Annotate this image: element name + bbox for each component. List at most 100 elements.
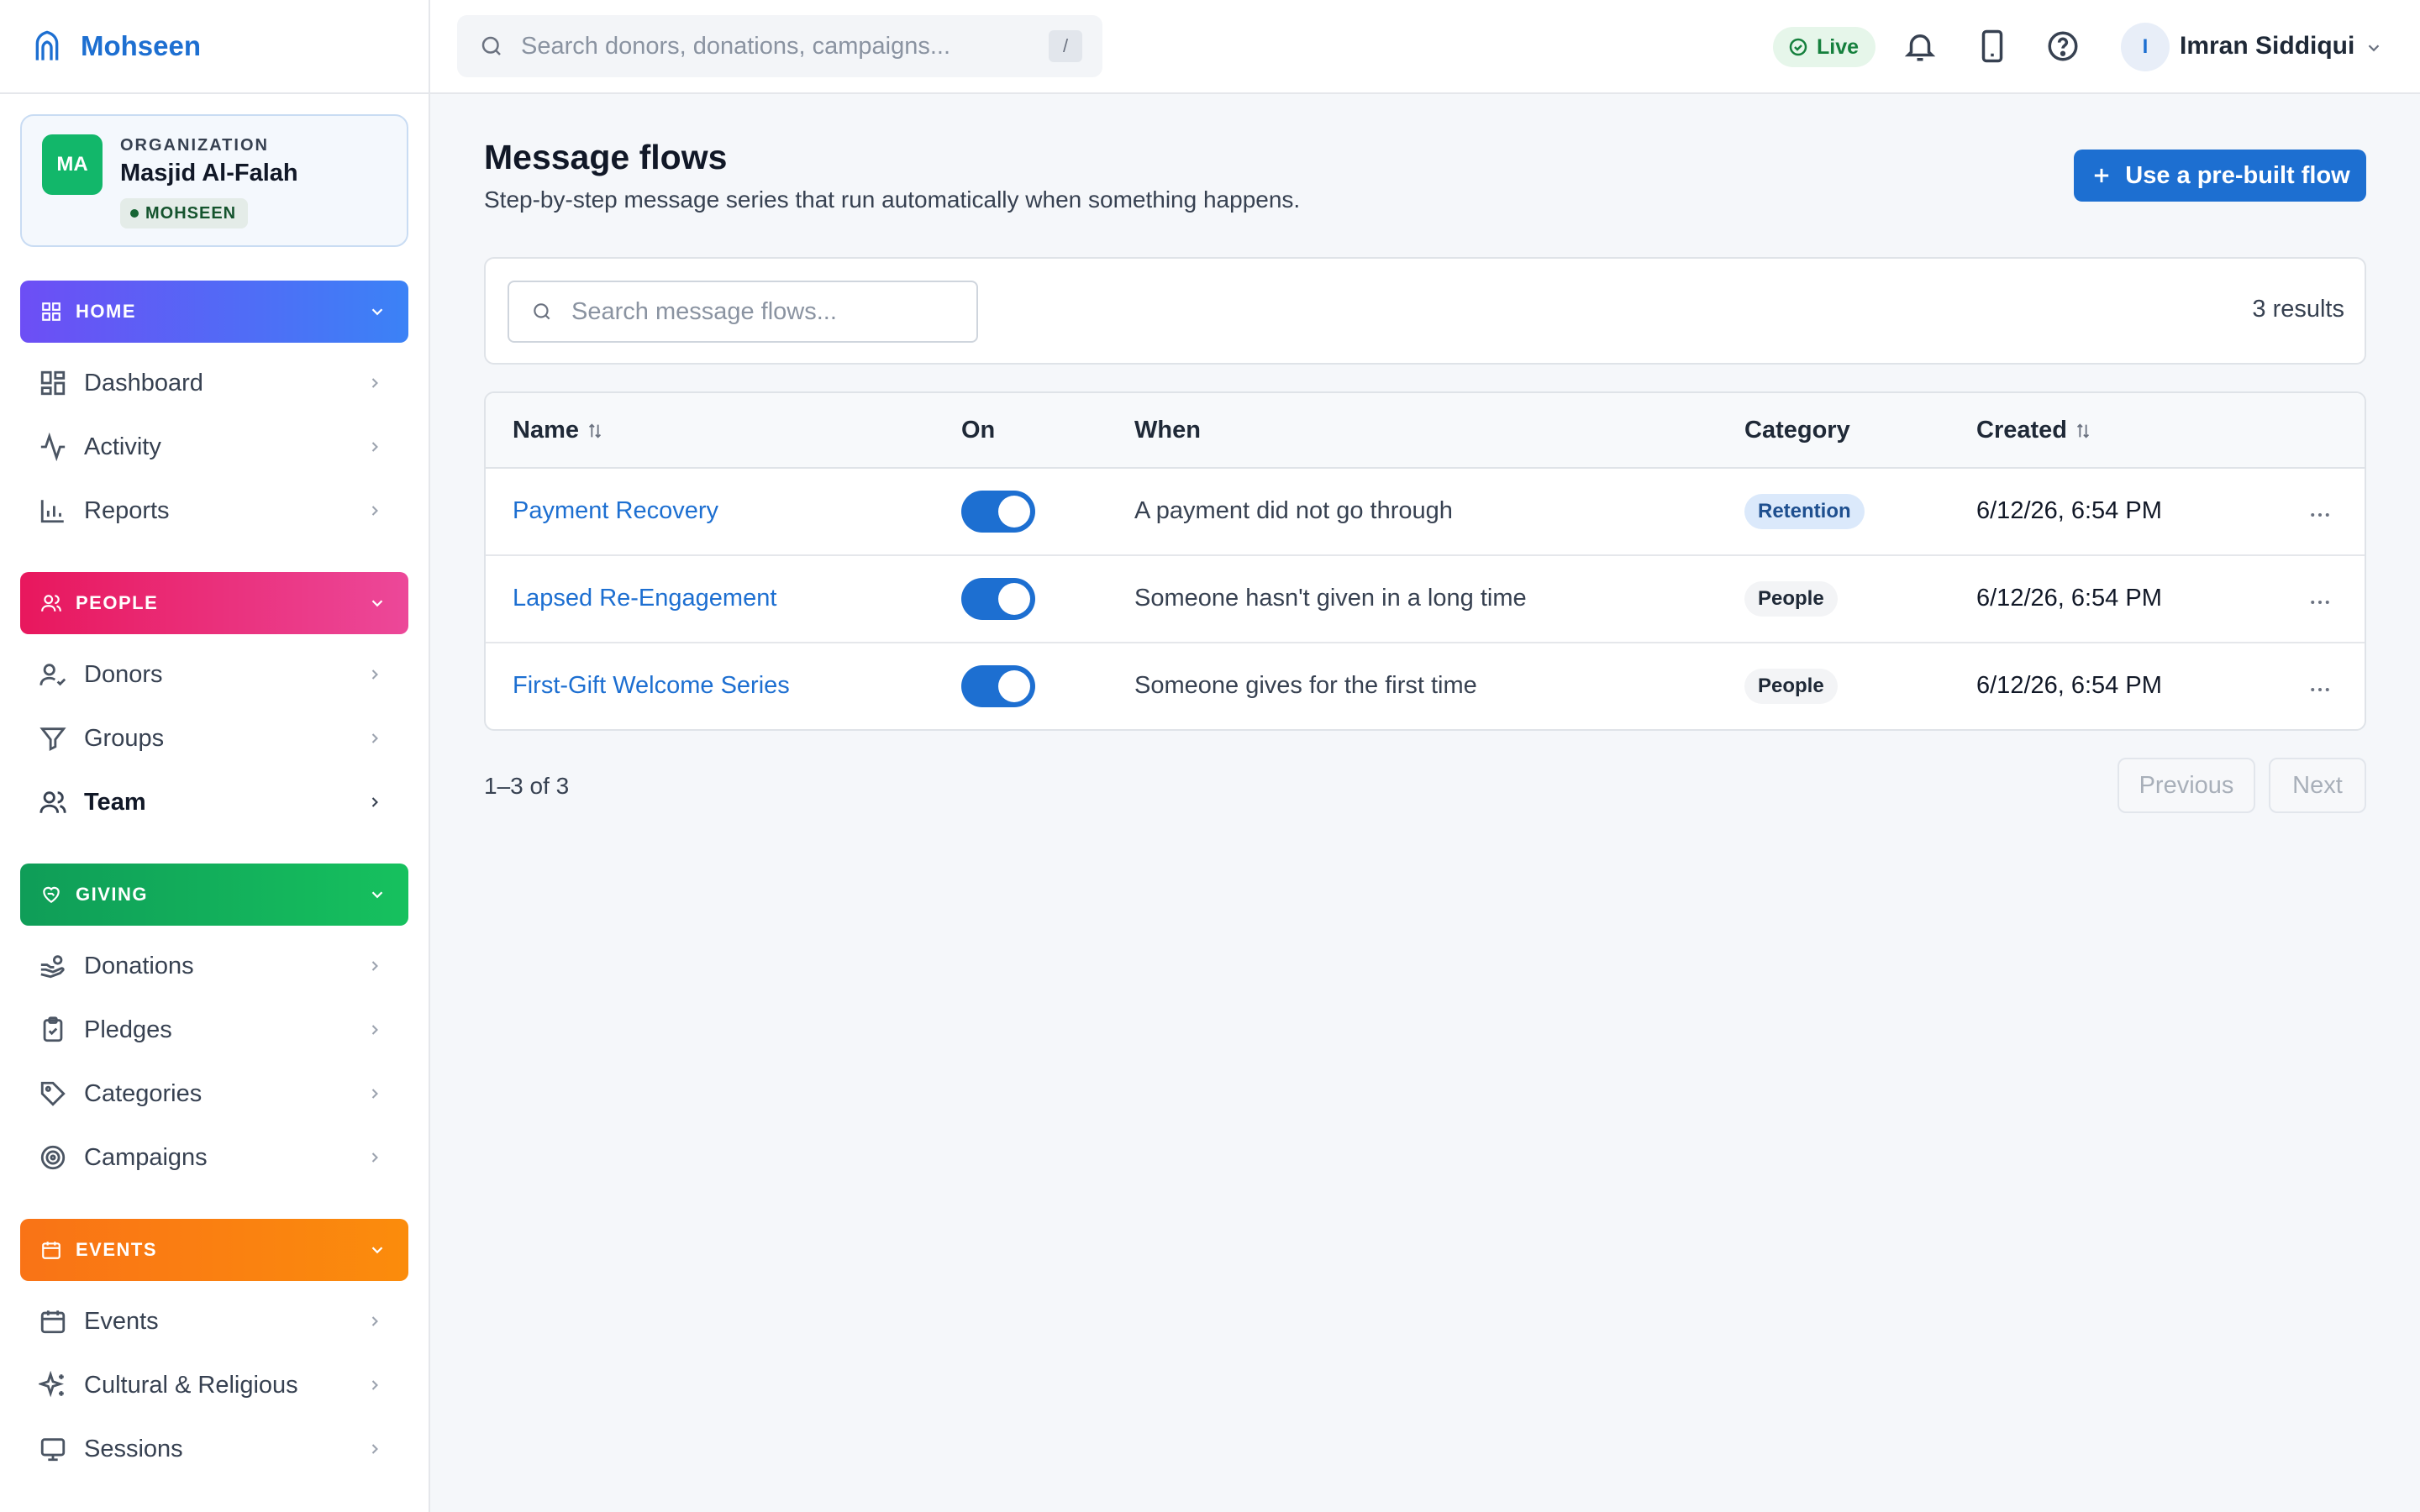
check-circle-icon [1788,37,1808,57]
chevron-right-icon [366,502,383,519]
filter-icon [39,724,67,753]
sidebar-item-reports[interactable]: Reports [0,479,429,543]
grid-icon [40,301,62,323]
toggle-knob [998,496,1030,528]
org-avatar: MA [42,134,103,195]
column-created-header[interactable]: Created [1976,417,2092,444]
help-icon[interactable] [2045,29,2081,64]
org-name: Masjid Al-Falah [120,160,298,186]
avatar[interactable]: I [2121,23,2170,71]
more-options-icon[interactable] [2307,502,2333,528]
clipboard-check-icon [39,1016,67,1044]
chevron-down-icon[interactable] [2365,39,2383,57]
sidebar-item-dashboard[interactable]: Dashboard [0,351,429,415]
heart-hand-icon [40,884,62,906]
sidebar-item-label: Dashboard [84,369,203,396]
chevron-right-icon [366,375,383,391]
flow-enabled-toggle[interactable] [961,665,1035,707]
team-icon [39,788,67,816]
category-badge: Retention [1744,494,1865,529]
section-people-label: PEOPLE [76,592,159,613]
sidebar-item-label: Events [84,1307,159,1335]
activity-icon [39,433,67,461]
sidebar-item-donations[interactable]: Donations [0,934,429,998]
toggle-knob [998,670,1030,702]
table-row[interactable]: Lapsed Re-Engagement Someone hasn't give… [486,556,2365,643]
section-home[interactable]: HOME [20,281,408,343]
search-icon [531,301,553,323]
chevron-right-icon [366,1085,383,1102]
previous-page-button[interactable]: Previous [2118,758,2255,813]
flow-name-link[interactable]: Lapsed Re-Engagement [513,585,776,612]
sidebar-item-categories[interactable]: Categories [0,1062,429,1126]
bell-icon[interactable] [1902,29,1938,64]
flow-search-input[interactable]: Search message flows... [508,281,978,343]
global-search-input[interactable]: Search donors, donations, campaigns... / [457,15,1102,77]
column-on-header: On [961,417,995,444]
sidebar-item-events[interactable]: Events [0,1289,429,1353]
mobile-icon[interactable] [1975,29,2010,64]
sidebar-item-groups[interactable]: Groups [0,706,429,770]
dashboard-icon [39,369,67,397]
calendar-icon [40,1239,62,1261]
flow-enabled-toggle[interactable] [961,491,1035,533]
sidebar-item-donors[interactable]: Donors [0,643,429,706]
section-events[interactable]: EVENTS [20,1219,408,1281]
column-category-header: Category [1744,417,1850,444]
table-row[interactable]: First-Gift Welcome Series Someone gives … [486,643,2365,729]
global-search-placeholder: Search donors, donations, campaigns... [521,32,951,60]
flow-trigger: Someone hasn't given in a long time [1134,585,1527,612]
column-label: When [1134,417,1201,444]
page-subtitle: Step-by-step message series that run aut… [484,186,1301,213]
use-prebuilt-flow-button[interactable]: Use a pre-built flow [2074,150,2366,202]
chevron-right-icon [366,1149,383,1166]
table-row[interactable]: Payment Recovery A payment did not go th… [486,469,2365,556]
sidebar-item-label: Activity [84,433,161,460]
sidebar-item-pledges[interactable]: Pledges [0,998,429,1062]
flow-name-link[interactable]: First-Gift Welcome Series [513,672,790,700]
flow-search-placeholder: Search message flows... [571,297,837,325]
sort-icon [586,422,604,440]
sidebar-item-cultural-religious[interactable]: Cultural & Religious [0,1353,429,1417]
hand-coins-icon [39,952,67,980]
next-page-button[interactable]: Next [2269,758,2366,813]
user-check-icon [39,660,67,689]
sidebar-item-team[interactable]: Team [0,770,429,834]
sidebar-item-label: Sessions [84,1435,183,1462]
org-badge: MOHSEEN [120,198,249,228]
created-date: 6/12/26, 6:54 PM [1976,497,2162,524]
flow-enabled-toggle[interactable] [961,578,1035,620]
sidebar-item-sessions[interactable]: Sessions [0,1417,429,1481]
organization-card[interactable]: MA ORGANIZATION Masjid Al-Falah MOHSEEN [20,114,408,247]
sort-icon [2074,422,2092,440]
brand[interactable]: Mohseen [0,0,429,94]
chevron-down-icon [368,1241,387,1259]
category-badge: People [1744,669,1838,704]
column-name-header[interactable]: Name [513,417,604,444]
user-name[interactable]: Imran Siddiqui [2180,32,2354,60]
sidebar-item-label: Donors [84,660,163,688]
more-options-icon[interactable] [2307,677,2333,702]
flow-name-link[interactable]: Payment Recovery [513,497,718,525]
page-title: Message flows [484,138,728,176]
org-kicker: ORGANIZATION [120,136,269,155]
results-count: 3 results [2252,296,2344,323]
sidebar-item-activity[interactable]: Activity [0,415,429,479]
column-label: Category [1744,417,1850,444]
section-people[interactable]: PEOPLE [20,572,408,634]
search-shortcut-key: / [1049,30,1082,62]
more-options-icon[interactable] [2307,590,2333,615]
filter-bar: Search message flows... 3 results [484,257,2366,365]
sidebar-item-campaigns[interactable]: Campaigns [0,1126,429,1189]
chevron-right-icon [366,958,383,974]
live-status-badge[interactable]: Live [1773,27,1876,67]
brand-name: Mohseen [81,30,202,61]
sidebar-item-label: Team [84,788,146,816]
sidebar-item-label: Categories [84,1079,203,1107]
section-giving[interactable]: GIVING [20,864,408,926]
live-label: Live [1817,34,1860,59]
flow-trigger: A payment did not go through [1134,497,1453,524]
chevron-right-icon [366,730,383,747]
bar-chart-icon [39,496,67,525]
column-label: Created [1976,417,2067,444]
